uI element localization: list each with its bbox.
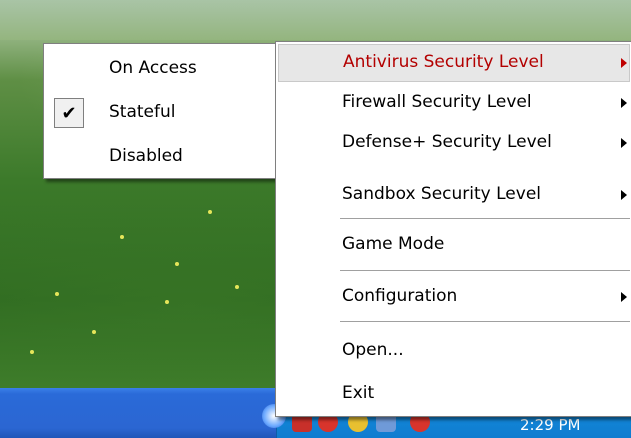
submenu-arrow-icon [621,58,627,68]
menu-item-label: Game Mode [342,234,445,254]
menu-item-sandbox-security-level[interactable]: Sandbox Security Level [278,176,630,214]
menu-item-configuration[interactable]: Configuration [278,278,630,316]
wallpaper-flower [30,350,34,354]
menu-item-label: Firewall Security Level [342,92,532,112]
wallpaper-flower [120,235,124,239]
menu-item-label: Open... [342,340,404,360]
submenu-arrow-icon [621,138,627,148]
submenu-item-on-access[interactable]: On Access [44,49,276,89]
menu-separator [340,270,630,271]
menu-item-defense-plus-security-level[interactable]: Defense+ Security Level [278,124,630,162]
menu-item-label: Exit [342,383,375,403]
checkmark-icon: ✔ [54,98,84,128]
menu-item-firewall-security-level[interactable]: Firewall Security Level [278,84,630,122]
submenu-item-label: On Access [109,58,197,78]
menu-item-exit[interactable]: Exit [278,375,630,413]
menu-item-label: Antivirus Security Level [343,52,544,72]
menu-separator [340,321,630,322]
submenu-arrow-icon [621,98,627,108]
wallpaper-flower [208,210,212,214]
wallpaper-flower [92,330,96,334]
submenu-item-label: Stateful [109,102,176,122]
menu-item-game-mode[interactable]: Game Mode [278,226,630,264]
wallpaper-flower [165,300,169,304]
submenu-item-disabled[interactable]: Disabled [44,137,276,177]
wallpaper-flower [55,292,59,296]
menu-item-open[interactable]: Open... [278,332,630,370]
submenu-arrow-icon [621,190,627,200]
submenu-item-label: Disabled [109,146,183,166]
menu-item-label: Configuration [342,286,458,306]
wallpaper-sky [0,0,631,40]
menu-item-antivirus-security-level[interactable]: Antivirus Security Level [278,44,630,82]
menu-separator [340,218,630,219]
menu-item-label: Sandbox Security Level [342,184,541,204]
tray-context-menu: Antivirus Security Level Firewall Securi… [275,41,631,417]
menu-item-label: Defense+ Security Level [342,132,552,152]
taskbar-clock[interactable]: 2:29 PM [520,416,580,434]
submenu-item-stateful[interactable]: ✔ Stateful [44,93,276,133]
antivirus-level-submenu: On Access ✔ Stateful Disabled [43,43,277,179]
submenu-arrow-icon [621,292,627,302]
wallpaper-flower [235,285,239,289]
wallpaper-flower [175,262,179,266]
